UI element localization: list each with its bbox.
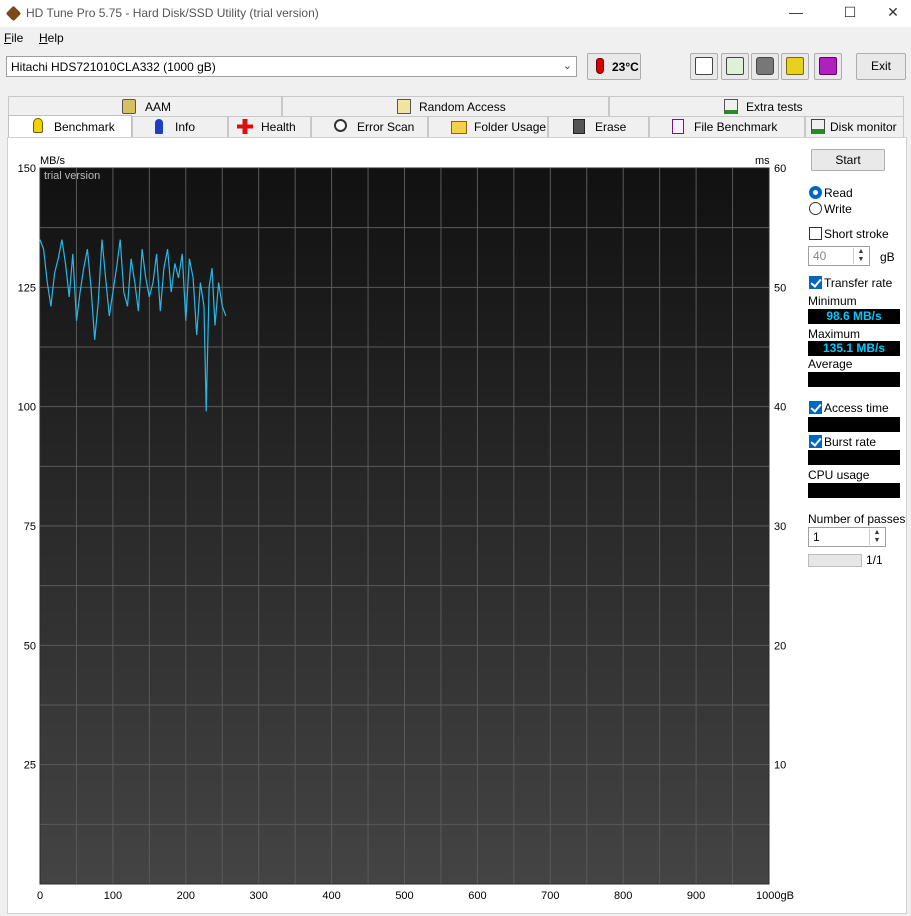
tab-aam[interactable]: AAM <box>8 96 282 117</box>
menu-bar: File Help <box>0 27 911 48</box>
short-stroke-checkbox[interactable] <box>809 227 822 240</box>
chevron-down-icon: ⌄ <box>562 60 572 72</box>
access-time-checkbox[interactable] <box>809 401 822 414</box>
cpu-usage-value <box>808 483 900 498</box>
copy-screen-button[interactable] <box>721 53 749 80</box>
tab-info[interactable]: Info <box>132 116 228 137</box>
stepper-arrows-icon[interactable]: ▲ ▼ <box>869 529 884 545</box>
trash-icon <box>573 119 585 134</box>
burst-rate-label: Burst rate <box>824 435 877 449</box>
extra-tests-icon <box>724 99 738 114</box>
tab-folder-usage[interactable]: Folder Usage <box>428 116 548 137</box>
read-radio[interactable] <box>809 186 822 199</box>
magnifier-icon <box>334 119 347 132</box>
read-label: Read <box>824 186 853 200</box>
random-access-icon <box>397 99 411 114</box>
folder-icon <box>451 121 467 134</box>
average-label: Average <box>808 357 853 371</box>
save-icon <box>819 57 837 75</box>
short-stroke-unit: gB <box>880 250 895 264</box>
cpu-usage-label: CPU usage <box>808 468 870 482</box>
screenshot-button[interactable] <box>751 53 779 80</box>
burst-rate-value <box>808 450 900 465</box>
tab-erase[interactable]: Erase <box>548 116 649 137</box>
drive-select[interactable]: Hitachi HDS721010CLA332 (1000 gB) ⌄ <box>6 56 577 77</box>
access-time-value <box>808 417 900 432</box>
tab-file-benchmark[interactable]: File Benchmark <box>649 116 805 137</box>
window-title: HD Tune Pro 5.75 - Hard Disk/SSD Utility… <box>26 6 319 20</box>
minimize-button[interactable]: — <box>773 0 819 26</box>
tabs-row-2: Benchmark Info Health Error Scan Folder … <box>8 115 904 138</box>
tabs-row-1: AAM Random Access Extra tests <box>8 96 904 117</box>
tab-error-scan[interactable]: Error Scan <box>311 116 428 137</box>
copy-text-button[interactable] <box>690 53 718 80</box>
tab-disk-monitor[interactable]: Disk monitor <box>805 116 904 137</box>
write-radio[interactable] <box>809 202 822 215</box>
title-bar: HD Tune Pro 5.75 - Hard Disk/SSD Utility… <box>0 0 911 27</box>
menu-file[interactable]: File <box>4 31 23 45</box>
copy-screen-icon <box>726 57 744 75</box>
health-cross-icon <box>237 119 253 134</box>
app-logo-icon <box>5 5 22 22</box>
access-time-label: Access time <box>824 401 889 415</box>
speaker-icon <box>122 99 136 114</box>
temperature-indicator: 23°C <box>587 53 641 80</box>
short-stroke-label: Short stroke <box>824 227 889 241</box>
tab-benchmark[interactable]: Benchmark <box>8 115 132 138</box>
transfer-rate-checkbox[interactable] <box>809 276 822 289</box>
copy-text-icon <box>695 57 713 75</box>
tab-extra-tests[interactable]: Extra tests <box>609 96 904 117</box>
exit-button[interactable]: Exit <box>856 53 906 80</box>
pass-progress-text: 1/1 <box>866 553 883 567</box>
average-value <box>808 372 900 387</box>
info-icon <box>155 119 163 134</box>
tab-random-access[interactable]: Random Access <box>282 96 609 117</box>
camera-icon <box>756 57 774 75</box>
maximum-label: Maximum <box>808 327 861 341</box>
temperature-value: 23°C <box>612 60 639 74</box>
drive-name: Hitachi HDS721010CLA332 (1000 gB) <box>11 60 216 74</box>
minimum-label: Minimum <box>808 294 857 308</box>
save-button[interactable] <box>814 53 842 80</box>
passes-stepper[interactable]: 1 ▲ ▼ <box>808 527 886 547</box>
close-button[interactable]: ✕ <box>870 0 911 26</box>
maximum-value: 135.1 MB/s <box>808 341 900 356</box>
maximize-button[interactable]: ☐ <box>827 0 873 26</box>
short-stroke-stepper[interactable]: 40 ▲ ▼ <box>808 246 870 266</box>
pass-progress-bar <box>808 554 862 567</box>
wrench-icon <box>786 57 804 75</box>
start-button[interactable]: Start <box>811 149 885 171</box>
minimum-value: 98.6 MB/s <box>808 309 900 324</box>
options-button[interactable] <box>781 53 809 80</box>
benchmark-panel <box>7 137 907 914</box>
write-label: Write <box>824 202 852 216</box>
disk-monitor-icon <box>811 119 825 134</box>
thermometer-icon <box>596 58 604 74</box>
menu-help[interactable]: Help <box>39 31 64 45</box>
file-benchmark-icon <box>672 119 684 134</box>
benchmark-bulb-icon <box>33 118 43 133</box>
stepper-arrows-icon[interactable]: ▲ ▼ <box>853 248 868 264</box>
burst-rate-checkbox[interactable] <box>809 435 822 448</box>
transfer-rate-label: Transfer rate <box>824 276 893 290</box>
tab-health[interactable]: Health <box>228 116 311 137</box>
passes-label: Number of passes <box>808 512 906 526</box>
